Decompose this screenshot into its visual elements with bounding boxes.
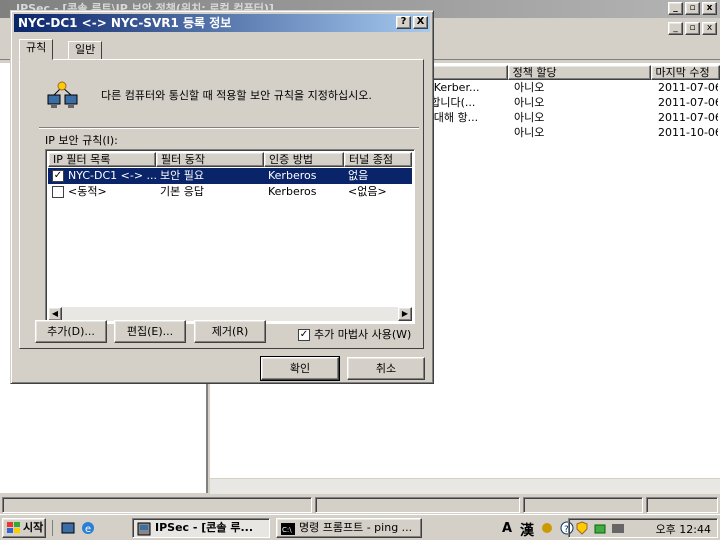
- rules-list-header: IP 필터 목록 필터 동작 인증 방법 터널 종점: [48, 152, 412, 167]
- separator: [39, 127, 419, 129]
- system-tray: 오후 12:44: [568, 518, 718, 538]
- dialog-title-bar[interactable]: NYC-DC1 <-> NYC-SVR1 등록 정보 ? X: [14, 14, 430, 32]
- rule-cell-action: 기본 응답: [160, 185, 204, 198]
- cancel-button[interactable]: 취소: [347, 357, 425, 380]
- policy-cell-assigned: 아니오: [514, 126, 545, 139]
- mmc-window-controls: _ ▫ x: [668, 2, 717, 15]
- rules-description: 다른 컴퓨터와 통신할 때 적용할 보안 규칙을 지정하십시오.: [101, 89, 372, 102]
- edit-rule-button[interactable]: 편집(E)...: [114, 320, 186, 343]
- task-cmd-label: 명령 프롬프트 - ping ...: [299, 521, 413, 534]
- status-cell: [315, 497, 520, 513]
- svg-text:e: e: [85, 524, 91, 535]
- tray-security-icon[interactable]: [575, 521, 589, 535]
- child-restore-button[interactable]: ▫: [685, 22, 700, 35]
- rule-cell-tunnel: 없음: [348, 169, 369, 182]
- rule-cell-filter-list: <동적>: [68, 185, 107, 198]
- tab-general[interactable]: 일반: [68, 41, 103, 59]
- use-add-wizard-label: 추가 마법사 사용(W): [314, 328, 412, 341]
- policy-cell-assigned: 아니오: [514, 96, 545, 109]
- rule-enabled-checkbox[interactable]: [52, 186, 64, 198]
- quick-launch: e: [52, 520, 102, 536]
- help-button[interactable]: ?: [396, 16, 411, 29]
- rule-cell-action: 보안 필요: [160, 169, 204, 182]
- task-ipsec-button[interactable]: IPSec - [콘솔 루...: [132, 518, 270, 538]
- task-ipsec-label: IPSec - [콘솔 루...: [155, 521, 254, 534]
- policy-column-header[interactable]: 정책 할당: [507, 65, 651, 80]
- tray-volume-icon[interactable]: [611, 521, 625, 535]
- status-bar: [0, 496, 720, 514]
- policy-cell-assigned: 아니오: [514, 111, 545, 124]
- use-add-wizard-option[interactable]: ✓ 추가 마법사 사용(W): [298, 326, 411, 342]
- child-close-button[interactable]: x: [702, 22, 717, 35]
- policy-cell-modified: 2011-07-06 ...: [658, 96, 718, 109]
- policy-list-hscrollbar[interactable]: [210, 478, 720, 494]
- status-cell: [646, 497, 718, 513]
- cmd-icon: C:\: [281, 523, 295, 535]
- status-cell: [2, 497, 312, 513]
- dialog-close-button[interactable]: X: [413, 16, 428, 29]
- ime-mode-a[interactable]: A: [502, 521, 512, 536]
- scroll-right-icon[interactable]: ▶: [398, 307, 412, 321]
- remove-rule-button[interactable]: 제거(R): [194, 320, 266, 343]
- rule-cell-auth: Kerberos: [268, 169, 317, 182]
- rules-column-header[interactable]: 인증 방법: [264, 152, 344, 167]
- rule-row[interactable]: <동적> 기본 응답 Kerberos <없음>: [48, 184, 412, 200]
- ip-security-rules-list[interactable]: IP 필터 목록 필터 동작 인증 방법 터널 종점 ✓ NYC-DC1 <-> ...…: [45, 149, 415, 324]
- clock[interactable]: 오후 12:44: [656, 521, 711, 537]
- policy-cell-modified: 2011-07-06 ...: [658, 111, 718, 124]
- dialog-title: NYC-DC1 <-> NYC-SVR1 등록 정보: [18, 16, 232, 30]
- ie-icon[interactable]: e: [81, 521, 95, 535]
- restore-button[interactable]: ▫: [685, 2, 700, 15]
- start-button[interactable]: 시작: [2, 518, 46, 538]
- rules-list-hscrollbar[interactable]: ◀ ▶: [48, 307, 412, 321]
- tab-rules[interactable]: 규칙: [19, 39, 54, 60]
- add-rule-button[interactable]: 추가(D)...: [35, 320, 107, 343]
- taskbar: 시작 e IPSec - [콘솔 루... C:\ 명령 프롬프트 - ping…: [0, 514, 720, 540]
- task-cmd-button[interactable]: C:\ 명령 프롬프트 - ping ...: [276, 518, 422, 538]
- close-button[interactable]: x: [702, 2, 717, 15]
- policy-cell-modified: 2011-07-06 ...: [658, 81, 718, 94]
- mmc-app-icon: [137, 522, 151, 536]
- tray-network-icon[interactable]: [593, 521, 607, 535]
- policy-column-header[interactable]: 마지막 수정: [650, 65, 720, 80]
- start-label: 시작: [23, 521, 44, 534]
- rules-column-header[interactable]: 터널 종점: [344, 152, 412, 167]
- show-desktop-icon[interactable]: [61, 521, 75, 535]
- svg-text:C:\: C:\: [282, 526, 292, 534]
- mmc-child-window-controls: _ ▫ x: [668, 22, 717, 35]
- use-add-wizard-checkbox[interactable]: ✓: [298, 329, 310, 341]
- rule-cell-tunnel: <없음>: [348, 185, 387, 198]
- dialog-title-buttons: ? X: [396, 16, 428, 29]
- status-cell: [523, 497, 643, 513]
- rule-enabled-checkbox[interactable]: ✓: [52, 170, 64, 182]
- ime-bar: A 漢 ?: [498, 519, 578, 540]
- ok-button[interactable]: 확인: [260, 356, 340, 381]
- ime-mode-hanja[interactable]: 漢: [520, 520, 534, 540]
- rules-column-header[interactable]: IP 필터 목록: [48, 152, 156, 167]
- rule-cell-filter-list: NYC-DC1 <-> ...: [68, 169, 158, 182]
- minimize-button[interactable]: _: [668, 2, 683, 15]
- policy-cell-modified: 2011-10-06 ...: [658, 126, 718, 139]
- ipsec-policy-properties-dialog: NYC-DC1 <-> NYC-SVR1 등록 정보 ? X 규칙 일반 다른 …: [10, 10, 434, 384]
- scroll-left-icon[interactable]: ◀: [48, 307, 62, 321]
- policy-rules-icon: [47, 81, 78, 108]
- start-windows-icon: [7, 522, 20, 533]
- rules-label: IP 보안 규칙(I):: [45, 134, 118, 147]
- rule-cell-auth: Kerberos: [268, 185, 317, 198]
- policy-cell-assigned: 아니오: [514, 81, 545, 94]
- rules-column-header[interactable]: 필터 동작: [156, 152, 264, 167]
- ime-tool-icon[interactable]: [540, 521, 554, 535]
- rule-row[interactable]: ✓ NYC-DC1 <-> ... 보안 필요 Kerberos 없음: [48, 168, 412, 184]
- child-minimize-button[interactable]: _: [668, 22, 683, 35]
